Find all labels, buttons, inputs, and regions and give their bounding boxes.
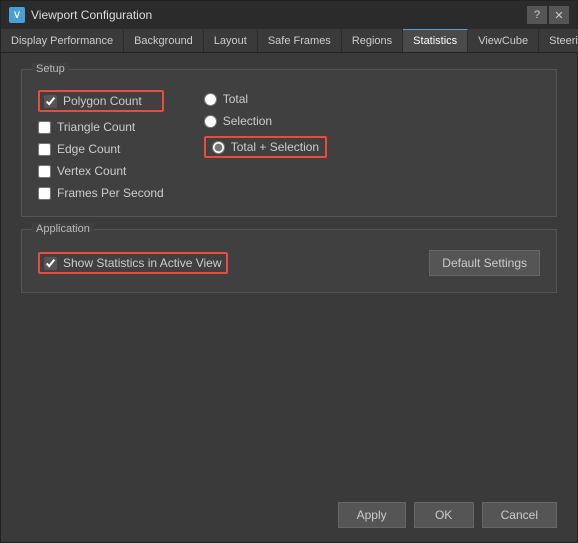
show-stats-checkbox[interactable] [44,257,57,270]
selection-radio-item[interactable]: Selection [204,114,327,128]
total-selection-radio[interactable] [212,141,225,154]
app-icon: V [9,7,25,23]
show-stats-item[interactable]: Show Statistics in Active View [38,252,228,274]
title-bar-buttons: ? ✕ [527,6,569,24]
total-selection-label: Total + Selection [231,140,319,154]
polygon-count-checkbox[interactable] [44,95,57,108]
apply-button[interactable]: Apply [338,502,406,528]
tab-steering-wheels[interactable]: SteeringWheels [539,29,578,52]
help-button[interactable]: ? [527,6,547,24]
polygon-count-item[interactable]: Polygon Count [38,90,164,112]
vertex-count-item[interactable]: Vertex Count [38,164,164,178]
radio-group: Total Selection Total + Selection [204,92,327,200]
show-stats-label: Show Statistics in Active View [63,256,222,270]
tab-display-performance[interactable]: Display Performance [1,29,124,52]
total-radio[interactable] [204,93,217,106]
tab-layout[interactable]: Layout [204,29,258,52]
window-title: Viewport Configuration [31,8,521,22]
selection-label: Selection [223,114,272,128]
tab-regions[interactable]: Regions [342,29,403,52]
frames-per-second-checkbox[interactable] [38,187,51,200]
triangle-count-checkbox[interactable] [38,121,51,134]
setup-label: Setup [32,63,69,75]
triangle-count-label: Triangle Count [57,120,135,134]
options-container: Polygon Count Triangle Count Edge Count … [38,90,540,200]
frames-per-second-label: Frames Per Second [57,186,164,200]
checkbox-group: Polygon Count Triangle Count Edge Count … [38,90,164,200]
total-radio-item[interactable]: Total [204,92,327,106]
total-label: Total [223,92,248,106]
title-bar: V Viewport Configuration ? ✕ [1,1,577,29]
default-settings-button[interactable]: Default Settings [429,250,540,276]
edge-count-item[interactable]: Edge Count [38,142,164,156]
edge-count-checkbox[interactable] [38,143,51,156]
close-button[interactable]: ✕ [549,6,569,24]
tab-viewcube[interactable]: ViewCube [468,29,539,52]
bottom-buttons: Apply OK Cancel [1,492,577,542]
selection-radio[interactable] [204,115,217,128]
viewport-config-window: V Viewport Configuration ? ✕ Display Per… [0,0,578,543]
tab-background[interactable]: Background [124,29,204,52]
setup-section: Setup Polygon Count Triangle Count Edge … [21,69,557,217]
tab-safe-frames[interactable]: Safe Frames [258,29,342,52]
application-section: Application Show Statistics in Active Vi… [21,229,557,293]
ok-button[interactable]: OK [414,502,474,528]
vertex-count-checkbox[interactable] [38,165,51,178]
total-selection-radio-item[interactable]: Total + Selection [204,136,327,158]
tab-statistics[interactable]: Statistics [403,29,468,52]
edge-count-label: Edge Count [57,142,120,156]
polygon-count-label: Polygon Count [63,94,142,108]
content-area: Setup Polygon Count Triangle Count Edge … [1,53,577,492]
frames-per-second-item[interactable]: Frames Per Second [38,186,164,200]
tab-bar: Display Performance Background Layout Sa… [1,29,577,53]
application-label: Application [32,223,94,235]
vertex-count-label: Vertex Count [57,164,126,178]
triangle-count-item[interactable]: Triangle Count [38,120,164,134]
cancel-button[interactable]: Cancel [482,502,557,528]
